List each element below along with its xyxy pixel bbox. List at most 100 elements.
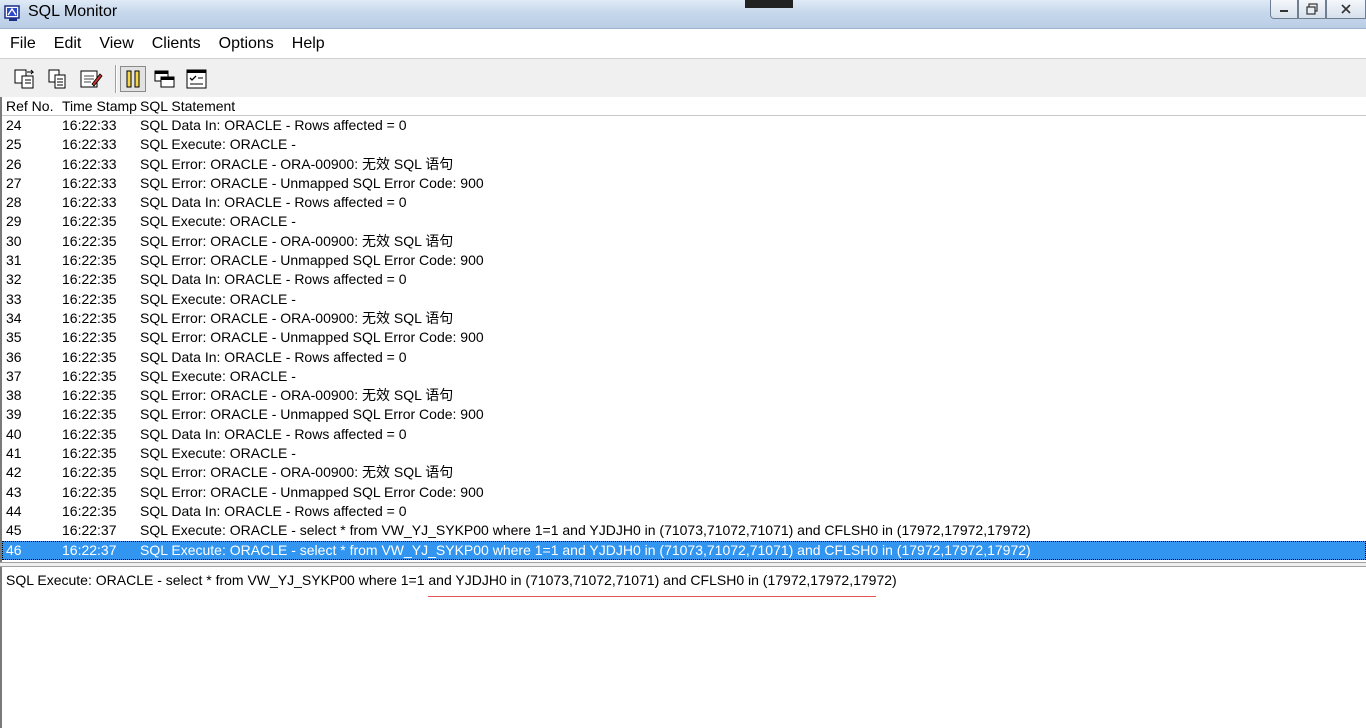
menu-view[interactable]: View [89, 31, 141, 56]
windows-button[interactable] [152, 66, 178, 92]
table-row[interactable]: 34 16:22:35 SQL Error: ORACLE - ORA-00900:… [2, 309, 1366, 328]
ref-cell: 39 [6, 406, 22, 423]
sql-statement-cell: SQL Error: ORACLE - ORA-00900: 无效 SQL 语句 [140, 309, 454, 326]
table-row[interactable]: 31 16:22:35 SQL Error: ORACLE - Unmapped S… [2, 251, 1366, 270]
sql-statement-cell: SQL Data In: ORACLE - Rows affected = 0 [140, 502, 407, 519]
time-stamp-cell: 16:22:37 [62, 522, 117, 539]
time-stamp-cell: 16:22:35 [62, 232, 117, 249]
close-button[interactable] [1326, 0, 1366, 19]
sql-statement-cell: SQL Error: ORACLE - Unmapped SQL Error C… [140, 483, 484, 500]
menu-help[interactable]: Help [282, 31, 333, 56]
ref-cell: 36 [6, 348, 22, 365]
ref-cell: 44 [6, 502, 22, 519]
maximize-button[interactable] [1298, 0, 1326, 19]
ref-cell: 32 [6, 271, 22, 288]
table-row[interactable]: 39 16:22:35 SQL Error: ORACLE - Unmapped S… [2, 405, 1366, 424]
time-stamp-cell: 16:22:37 [62, 541, 117, 558]
table-row[interactable]: 28 16:22:33 SQL Data In: ORACLE - Rows aff… [2, 193, 1366, 212]
column-header-sql-statement[interactable]: SQL Statement [140, 98, 235, 114]
column-header-ref-no[interactable]: Ref No. [6, 98, 53, 114]
ref-cell: 38 [6, 387, 22, 404]
ref-cell: 33 [6, 290, 22, 307]
ref-cell: 37 [6, 367, 22, 384]
time-stamp-cell: 16:22:35 [62, 464, 117, 481]
time-stamp-cell: 16:22:35 [62, 271, 117, 288]
time-stamp-cell: 16:22:35 [62, 367, 117, 384]
table-row[interactable]: 40 16:22:35 SQL Data In: ORACLE - Rows aff… [2, 425, 1366, 444]
save-log-button[interactable] [12, 66, 38, 92]
table-row[interactable]: 46 16:22:37 SQL Execute: ORACLE - select *… [2, 540, 1366, 560]
sql-statement-cell: SQL Execute: ORACLE - select * from VW_Y… [140, 522, 1031, 539]
restore-icon [1306, 3, 1318, 15]
table-row[interactable]: 43 16:22:35 SQL Error: ORACLE - Unmapped S… [2, 483, 1366, 502]
sql-statement-cell: SQL Data In: ORACLE - Rows affected = 0 [140, 117, 407, 133]
time-stamp-cell: 16:22:35 [62, 425, 117, 442]
table-row[interactable]: 25 16:22:33 SQL Execute: ORACLE - [2, 135, 1366, 154]
window-controls [1270, 0, 1366, 20]
time-stamp-cell: 16:22:35 [62, 445, 117, 462]
copy-icon [48, 69, 66, 89]
time-stamp-cell: 16:22:35 [62, 309, 117, 326]
edit-button[interactable] [78, 66, 104, 92]
ref-cell: 35 [6, 329, 22, 346]
sql-statement-cell: SQL Error: ORACLE - Unmapped SQL Error C… [140, 406, 484, 423]
checklist-button[interactable] [184, 66, 210, 92]
sql-statement-cell: SQL Execute: ORACLE - [140, 136, 296, 153]
table-row[interactable]: 44 16:22:35 SQL Data In: ORACLE - Rows aff… [2, 502, 1366, 521]
menu-options[interactable]: Options [209, 31, 282, 56]
menu-edit[interactable]: Edit [44, 31, 90, 56]
close-icon [1341, 4, 1351, 14]
sql-statement-cell: SQL Execute: ORACLE - select * from VW_Y… [140, 541, 1031, 558]
time-stamp-cell: 16:22:35 [62, 252, 117, 269]
ref-cell: 40 [6, 425, 22, 442]
time-stamp-cell: 16:22:35 [62, 329, 117, 346]
ref-cell: 42 [6, 464, 22, 481]
minimize-button[interactable] [1270, 0, 1298, 19]
menu-clients[interactable]: Clients [142, 31, 209, 56]
time-stamp-cell: 16:22:33 [62, 194, 117, 211]
sql-detail-text: SQL Execute: ORACLE - select * from VW_Y… [6, 572, 897, 588]
sql-statement-cell: SQL Data In: ORACLE - Rows affected = 0 [140, 348, 407, 365]
table-row[interactable]: 37 16:22:35 SQL Execute: ORACLE - [2, 367, 1366, 386]
column-header-time-stamp[interactable]: Time Stamp [62, 98, 137, 114]
time-stamp-cell: 16:22:35 [62, 213, 117, 230]
table-row[interactable]: 30 16:22:35 SQL Error: ORACLE - ORA-00900:… [2, 232, 1366, 251]
table-row[interactable]: 32 16:22:35 SQL Data In: ORACLE - Rows aff… [2, 270, 1366, 289]
sql-statement-cell: SQL Error: ORACLE - Unmapped SQL Error C… [140, 329, 484, 346]
ref-cell: 24 [6, 117, 22, 133]
ref-cell: 27 [6, 174, 22, 191]
title-bar[interactable]: SQL Monitor [0, 0, 1366, 29]
time-stamp-cell: 16:22:35 [62, 348, 117, 365]
ref-cell: 28 [6, 194, 22, 211]
table-row[interactable]: 36 16:22:35 SQL Data In: ORACLE - Rows aff… [2, 348, 1366, 367]
edit-icon [80, 70, 103, 88]
table-row[interactable]: 29 16:22:35 SQL Execute: ORACLE - [2, 212, 1366, 231]
sql-statement-cell: SQL Error: ORACLE - Unmapped SQL Error C… [140, 174, 484, 191]
time-stamp-cell: 16:22:33 [62, 136, 117, 153]
pause-button[interactable] [120, 66, 146, 92]
table-row[interactable]: 42 16:22:35 SQL Error: ORACLE - ORA-00900:… [2, 463, 1366, 482]
time-stamp-cell: 16:22:35 [62, 290, 117, 307]
table-row[interactable]: 45 16:22:37 SQL Execute: ORACLE - select *… [2, 521, 1366, 540]
sql-statement-cell: SQL Data In: ORACLE - Rows affected = 0 [140, 194, 407, 211]
ref-cell: 43 [6, 483, 22, 500]
toolbar [0, 58, 1366, 98]
table-row[interactable]: 35 16:22:35 SQL Error: ORACLE - Unmapped S… [2, 328, 1366, 347]
copy-button[interactable] [45, 66, 71, 92]
menu-file[interactable]: File [0, 31, 44, 56]
ref-cell: 25 [6, 136, 22, 153]
table-row[interactable]: 38 16:22:35 SQL Error: ORACLE - ORA-00900:… [2, 386, 1366, 405]
table-row[interactable]: 33 16:22:35 SQL Execute: ORACLE - [2, 290, 1366, 309]
table-row[interactable]: 27 16:22:33 SQL Error: ORACLE - Unmapped S… [2, 174, 1366, 193]
sql-statement-cell: SQL Execute: ORACLE - [140, 290, 296, 307]
table-row[interactable]: 41 16:22:35 SQL Execute: ORACLE - [2, 444, 1366, 463]
sql-monitor-app-icon[interactable] [4, 4, 22, 22]
sql-log-list[interactable]: Ref No. Time Stamp SQL Statement 24 16:22… [0, 97, 1366, 562]
checklist-icon [186, 69, 207, 89]
ref-cell: 34 [6, 309, 22, 326]
table-row[interactable]: 24 16:22:33 SQL Data In: ORACLE - Rows aff… [2, 116, 1366, 135]
sql-statement-cell: SQL Error: ORACLE - ORA-00900: 无效 SQL 语句 [140, 387, 454, 404]
sql-statement-cell: SQL Execute: ORACLE - [140, 445, 296, 462]
sql-detail-pane[interactable]: SQL Execute: ORACLE - select * from VW_Y… [0, 567, 1366, 728]
table-row[interactable]: 26 16:22:33 SQL Error: ORACLE - ORA-00900:… [2, 155, 1366, 174]
